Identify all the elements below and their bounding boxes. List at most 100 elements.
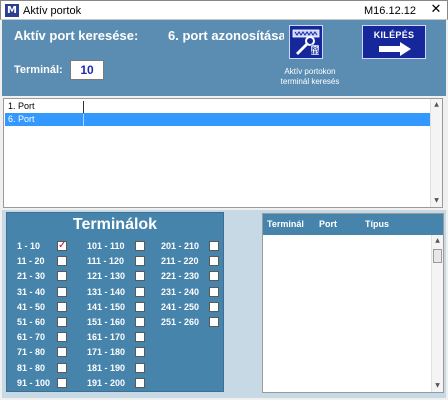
terminal-range-checkbox[interactable] — [57, 317, 67, 327]
terminal-range-checkbox[interactable] — [135, 241, 145, 251]
terminal-range-checkbox[interactable] — [135, 347, 145, 358]
terminal-range-checkbox[interactable] — [135, 301, 145, 312]
port-list-scrollbar[interactable]: ▲ ▼ — [430, 99, 442, 207]
terminal-range-item[interactable]: 141 - 150 — [87, 301, 147, 314]
terminal-range-checkbox[interactable]: ✓ — [57, 240, 67, 251]
terminal-range-item[interactable]: 101 - 110 — [87, 240, 147, 253]
column-header-port[interactable]: Port — [319, 219, 337, 229]
exit-button[interactable]: KILÉPÉS — [362, 25, 426, 59]
terminal-range-checkbox[interactable] — [57, 256, 67, 267]
terminal-range-checkbox[interactable] — [135, 362, 145, 373]
terminal-range-item[interactable]: 71 - 80 — [17, 346, 69, 359]
arrow-right-icon — [379, 42, 411, 56]
port-item-label: 6. Port — [8, 114, 35, 124]
terminal-range-label: 191 - 200 — [87, 377, 126, 388]
terminal-range-checkbox[interactable] — [209, 256, 219, 267]
results-scrollbar[interactable]: ▲ ▼ — [431, 235, 443, 392]
terminal-range-checkbox[interactable] — [209, 301, 219, 312]
terminal-range-label: 21 - 30 — [17, 271, 46, 282]
checkmark-icon: ✓ — [58, 240, 67, 251]
terminal-range-item[interactable]: 131 - 140 — [87, 286, 147, 299]
port-identify-label: 6. port azonosítása — [168, 28, 284, 43]
window-title: Aktív portok — [23, 5, 82, 17]
port-list-item[interactable]: 1. Port — [5, 100, 432, 113]
scroll-up-icon[interactable]: ▲ — [431, 99, 442, 111]
scroll-thumb[interactable] — [433, 249, 442, 263]
terminal-range-checkbox[interactable] — [57, 286, 67, 297]
terminal-range-checkbox[interactable] — [57, 271, 67, 282]
terminal-range-checkbox[interactable] — [57, 347, 67, 358]
terminal-range-checkbox[interactable] — [209, 241, 219, 251]
results-table: Terminál Port Típus ▲ ▼ — [262, 213, 444, 393]
terminal-range-label: 101 - 110 — [87, 241, 125, 251]
exit-label: KILÉPÉS — [373, 30, 415, 40]
terminal-range-checkbox[interactable] — [135, 271, 145, 282]
terminal-range-checkbox[interactable] — [135, 332, 145, 343]
terminal-range-item[interactable]: 21 - 30 — [17, 270, 69, 283]
terminal-range-item[interactable]: 161 - 170 — [87, 331, 147, 344]
terminal-range-label: 41 - 50 — [17, 301, 46, 312]
terminal-range-item[interactable]: 41 - 50 — [17, 301, 69, 314]
terminal-range-label: 181 - 190 — [87, 362, 126, 373]
port-list[interactable]: 1. Port 6. Port ▲ ▼ — [3, 98, 443, 208]
app-logo-icon: M — [5, 4, 19, 17]
terminal-range-item[interactable]: 1 - 10 ✓ — [17, 240, 69, 253]
terminal-range-label: 241 - 250 — [161, 301, 200, 312]
terminal-range-checkbox[interactable] — [135, 286, 145, 297]
column-divider — [83, 114, 84, 126]
active-port-search-label: Aktív port keresése: — [14, 28, 139, 43]
terminal-range-label: 221 - 230 — [161, 271, 200, 282]
terminal-range-checkbox[interactable] — [57, 362, 67, 373]
close-icon[interactable]: ✕ — [427, 2, 445, 18]
terminal-range-item[interactable]: 231 - 240 — [161, 286, 221, 299]
column-header-terminal[interactable]: Terminál — [267, 219, 304, 229]
terminal-range-label: 201 - 210 — [161, 241, 200, 251]
terminal-scan-button[interactable]: RS 485 — [289, 25, 323, 59]
terminal-range-checkbox[interactable] — [57, 377, 67, 388]
scroll-down-icon[interactable]: ▼ — [432, 380, 443, 392]
terminal-range-label: 131 - 140 — [87, 286, 126, 297]
terminal-range-item[interactable]: 181 - 190 — [87, 362, 147, 375]
terminal-range-label: 31 - 40 — [17, 286, 46, 297]
terminal-range-label: 211 - 220 — [161, 256, 199, 267]
terminal-range-item[interactable]: 221 - 230 — [161, 270, 221, 283]
version-label: M16.12.12 — [364, 5, 416, 17]
terminal-number-field[interactable]: 10 — [70, 60, 104, 80]
terminal-range-item[interactable]: 211 - 220 — [161, 255, 221, 268]
terminal-range-item[interactable]: 151 - 160 — [87, 316, 147, 329]
terminal-range-item[interactable]: 251 - 260 — [161, 316, 221, 329]
terminal-range-checkbox[interactable] — [209, 286, 219, 297]
terminal-range-checkbox[interactable] — [57, 332, 67, 343]
terminal-range-item[interactable]: 31 - 40 — [17, 286, 69, 299]
header-panel: Aktív port keresése: 6. port azonosítása… — [2, 20, 446, 96]
network-scan-icon: RS 485 — [292, 29, 320, 56]
terminal-range-item[interactable]: 111 - 120 — [87, 255, 147, 268]
scroll-up-icon[interactable]: ▲ — [432, 235, 443, 247]
terminal-range-item[interactable]: 81 - 80 — [17, 362, 69, 375]
terminal-range-checkbox[interactable] — [135, 317, 145, 327]
terminal-range-item[interactable]: 171 - 180 — [87, 346, 147, 359]
port-list-item-selected[interactable]: 6. Port — [5, 113, 432, 126]
terminal-range-label: 71 - 80 — [17, 347, 46, 358]
terminal-range-checkbox[interactable] — [209, 317, 219, 327]
terminal-range-item[interactable]: 51 - 60 — [17, 316, 69, 329]
scroll-down-icon[interactable]: ▼ — [431, 195, 442, 207]
column-header-type[interactable]: Típus — [365, 219, 389, 229]
terminal-range-item[interactable]: 201 - 210 — [161, 240, 221, 253]
terminals-panel: Terminálok 1 - 10 ✓ 11 - 20 21 - 30 31 - 40 4… — [6, 212, 224, 392]
terminal-range-checkbox[interactable] — [135, 256, 145, 267]
terminal-range-item[interactable]: 241 - 250 — [161, 301, 221, 314]
terminal-range-label: 231 - 240 — [161, 286, 200, 297]
terminal-range-label: 1 - 10 — [17, 241, 41, 251]
terminal-range-label: 171 - 180 — [87, 347, 126, 358]
terminal-range-item[interactable]: 61 - 70 — [17, 331, 69, 344]
terminal-range-checkbox[interactable] — [135, 377, 145, 388]
terminal-range-checkbox[interactable] — [57, 301, 67, 312]
terminal-range-item[interactable]: 11 - 20 — [17, 255, 69, 268]
terminal-range-label: 251 - 260 — [161, 317, 200, 327]
terminal-range-item[interactable]: 191 - 200 — [87, 377, 147, 390]
terminal-range-label: 111 - 120 — [87, 256, 125, 267]
terminal-range-checkbox[interactable] — [209, 271, 219, 282]
terminal-range-item[interactable]: 121 - 130 — [87, 270, 147, 283]
terminal-range-item[interactable]: 91 - 100 — [17, 377, 69, 390]
